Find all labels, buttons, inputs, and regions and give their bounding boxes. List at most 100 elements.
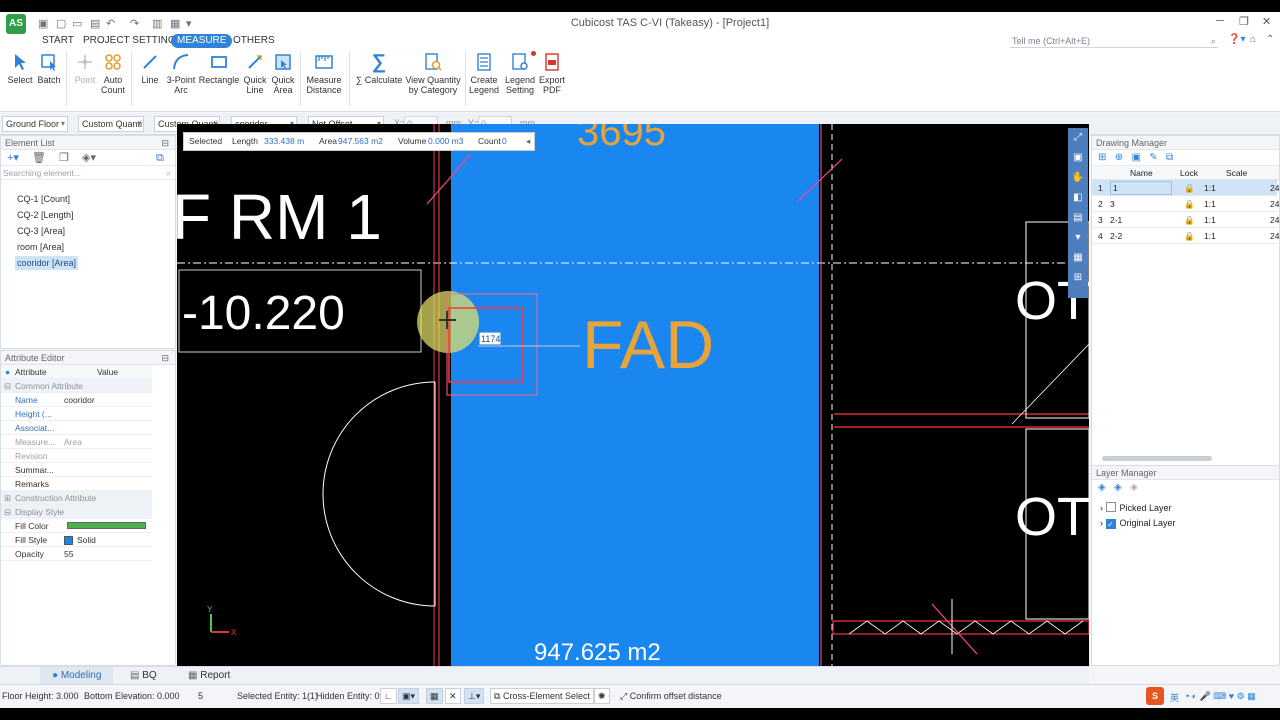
folder-icon[interactable]: ⧉ bbox=[156, 150, 164, 166]
checkbox[interactable] bbox=[1105, 502, 1116, 512]
layer-filter-icon[interactable]: ◈ bbox=[1130, 482, 1138, 493]
attribute-row-name[interactable]: Name cooridor bbox=[1, 393, 152, 407]
grid-toggle-icon[interactable]: ▦ bbox=[426, 688, 443, 704]
line-button[interactable]: Line bbox=[137, 48, 163, 110]
attribute-row-associate[interactable]: Associat... bbox=[1, 421, 152, 435]
common-attribute-group[interactable]: ⊟ Common Attribute bbox=[1, 379, 152, 393]
construction-attribute-group[interactable]: ⊞ Construction Attribute bbox=[1, 491, 152, 505]
tab-measure[interactable]: MEASURE bbox=[171, 34, 233, 48]
ortho-toggle-icon[interactable]: ∟ bbox=[380, 688, 397, 704]
floor-select[interactable]: Ground Floor bbox=[2, 116, 68, 132]
layer-add-icon[interactable]: ◈ bbox=[1098, 482, 1106, 493]
three-point-arc-button[interactable]: 3-Point Arc bbox=[164, 48, 198, 110]
layer-settings-icon[interactable]: ◈ bbox=[1114, 482, 1122, 493]
element-item[interactable]: room [Area] bbox=[15, 240, 66, 254]
skin-icon[interactable]: ⌂ bbox=[1250, 34, 1256, 45]
drawing-name[interactable]: 2-1 bbox=[1110, 212, 1122, 228]
tab-others[interactable]: OTHERS bbox=[227, 34, 281, 48]
cad-drawing[interactable]: 1174 3695 F RM 1 -10.220 FAD 947.625 m2 … bbox=[177, 124, 1089, 666]
view-quantity-button[interactable]: View Quantity by Category bbox=[405, 48, 461, 110]
image-icon[interactable]: ▣ bbox=[1131, 152, 1140, 163]
layers-icon[interactable]: ◈▾ bbox=[82, 152, 96, 164]
snap-toggle-icon[interactable]: ▣▾ bbox=[398, 688, 420, 704]
custom-quantity-select-1[interactable]: Custom Quanti bbox=[78, 116, 144, 132]
delete-icon[interactable]: 🗑 bbox=[32, 152, 46, 164]
cross-element-select-button[interactable]: ⧉ Cross-Element Select bbox=[490, 688, 594, 704]
drawing-row[interactable]: 2 3 🔒 1:1 24 bbox=[1092, 196, 1279, 212]
checkbox-checked[interactable]: ✓ bbox=[1105, 519, 1116, 529]
dimension-toggle-icon[interactable]: ⊥▾ bbox=[464, 688, 485, 704]
tab-bq[interactable]: ▤ BQ bbox=[118, 667, 169, 685]
split-icon[interactable]: ⧉ bbox=[1166, 152, 1173, 163]
undo-icon[interactable]: ↶ bbox=[106, 17, 115, 30]
close-icon[interactable]: ✕ bbox=[1262, 15, 1271, 28]
ime-language-label[interactable]: 英 bbox=[1170, 691, 1179, 704]
minimize-icon[interactable]: ─ bbox=[1216, 15, 1224, 27]
collapse-ribbon-icon[interactable]: ⌃ bbox=[1266, 34, 1274, 45]
attribute-row-fill-style[interactable]: Fill Style Solid bbox=[1, 533, 152, 547]
quick-line-button[interactable]: Quick Line bbox=[241, 48, 269, 110]
customize-quick-access-icon[interactable]: ▾ bbox=[186, 17, 192, 30]
redo-icon[interactable]: ↷ bbox=[130, 17, 139, 30]
auto-count-button[interactable]: Auto Count bbox=[99, 48, 127, 110]
add-drawing-icon[interactable]: ⊞ bbox=[1098, 152, 1106, 163]
save-icon[interactable]: ▤ bbox=[90, 17, 100, 30]
length-input-value[interactable]: 1174 bbox=[481, 334, 500, 344]
tell-me-search[interactable]: Tell me (Ctrl+Alt+E) ⌕ bbox=[1010, 34, 1218, 48]
drawing-name[interactable]: 2-2 bbox=[1110, 228, 1122, 244]
drawing-name[interactable]: 1 bbox=[1110, 181, 1172, 195]
cross-icon[interactable]: ✕ bbox=[445, 688, 461, 704]
point-button[interactable]: Point bbox=[71, 48, 99, 110]
attribute-row-height[interactable]: Height (... bbox=[1, 407, 152, 421]
tab-start[interactable]: START bbox=[36, 34, 80, 48]
view-toolbar-icons[interactable]: ⤢ ▣ ✋ ◧ ▤ ▾ ▦ ⊞ bbox=[1068, 128, 1088, 288]
app-menu-icon[interactable]: ▣ bbox=[38, 17, 48, 30]
edit-icon[interactable]: ✎ bbox=[1149, 152, 1157, 163]
new-file-icon[interactable]: ▢ bbox=[56, 17, 66, 30]
lock-icon[interactable]: 🔒 bbox=[1184, 196, 1195, 212]
export-pdf-button[interactable]: Export PDF bbox=[537, 48, 567, 110]
attribute-row-revision[interactable]: Revision bbox=[1, 449, 152, 463]
select-button[interactable]: Select bbox=[4, 48, 36, 110]
attribute-row-fill-color[interactable]: Fill Color bbox=[1, 519, 152, 533]
tab-modeling[interactable]: ● Modeling bbox=[40, 667, 114, 685]
create-legend-button[interactable]: Create Legend bbox=[469, 48, 499, 110]
attribute-row-summary[interactable]: Summar... bbox=[1, 463, 152, 477]
collapse-arrow-icon[interactable]: ◂ bbox=[526, 133, 530, 150]
pin-icon[interactable]: ⊟ bbox=[161, 351, 169, 365]
light-toggle-icon[interactable]: ✺ bbox=[594, 688, 610, 704]
lock-icon[interactable]: 🔒 bbox=[1184, 212, 1195, 228]
attribute-value[interactable]: 55 bbox=[64, 547, 73, 561]
layer-item-original[interactable]: › ✓ Original Layer bbox=[1100, 518, 1176, 529]
position-icon[interactable]: ⊕ bbox=[1115, 152, 1123, 163]
lock-icon[interactable]: 🔒 bbox=[1184, 228, 1195, 244]
tab-report[interactable]: ▦ Report bbox=[176, 667, 242, 685]
calculate-button[interactable]: ∑ ∑ Calculate bbox=[355, 48, 403, 110]
ime-tray-icons[interactable]: • ◐ 🎤 ⌨ ♥ ⚙ ▦ bbox=[1186, 691, 1256, 702]
layout-icon[interactable]: ▦ bbox=[170, 17, 180, 30]
legend-setting-button[interactable]: Legend Setting bbox=[503, 48, 537, 110]
horizontal-scrollbar[interactable] bbox=[1102, 456, 1212, 461]
measure-distance-button[interactable]: Measure Distance bbox=[304, 48, 344, 110]
element-item[interactable]: CQ-3 [Area] bbox=[15, 224, 67, 238]
drawing-row[interactable]: 1 1 🔒 1:1 24 bbox=[1092, 180, 1279, 196]
element-item-selected[interactable]: cooridor [Area] bbox=[15, 256, 79, 270]
quick-area-button[interactable]: Quick Area bbox=[269, 48, 297, 110]
drawing-row[interactable]: 3 2-1 🔒 1:1 24 bbox=[1092, 212, 1279, 228]
drawing-name[interactable]: 3 bbox=[1110, 196, 1115, 212]
ime-logo-icon[interactable]: S bbox=[1146, 687, 1164, 705]
fill-color-swatch[interactable] bbox=[67, 522, 146, 529]
drawing-row[interactable]: 4 2-2 🔒 1:1 24 bbox=[1092, 228, 1279, 244]
restore-icon[interactable]: ❐ bbox=[1239, 15, 1249, 28]
add-element-icon[interactable]: +▾ bbox=[7, 152, 19, 164]
display-style-group[interactable]: ⊟ Display Style bbox=[1, 505, 152, 519]
confirm-offset-item[interactable]: ⤢ Confirm offset distance bbox=[620, 691, 722, 702]
element-item[interactable]: CQ-1 [Count] bbox=[15, 192, 72, 206]
print-icon[interactable]: ▥ bbox=[152, 17, 162, 30]
copy-icon[interactable]: ❐ bbox=[59, 152, 69, 164]
pin-icon[interactable]: ⊟ bbox=[161, 136, 169, 150]
rectangle-button[interactable]: Rectangle bbox=[198, 48, 240, 110]
help-icon[interactable]: ❓▾ bbox=[1228, 34, 1245, 45]
drawing-canvas[interactable]: 1174 3695 F RM 1 -10.220 FAD 947.625 m2 … bbox=[177, 124, 1089, 666]
element-item[interactable]: CQ-2 [Length] bbox=[15, 208, 76, 222]
